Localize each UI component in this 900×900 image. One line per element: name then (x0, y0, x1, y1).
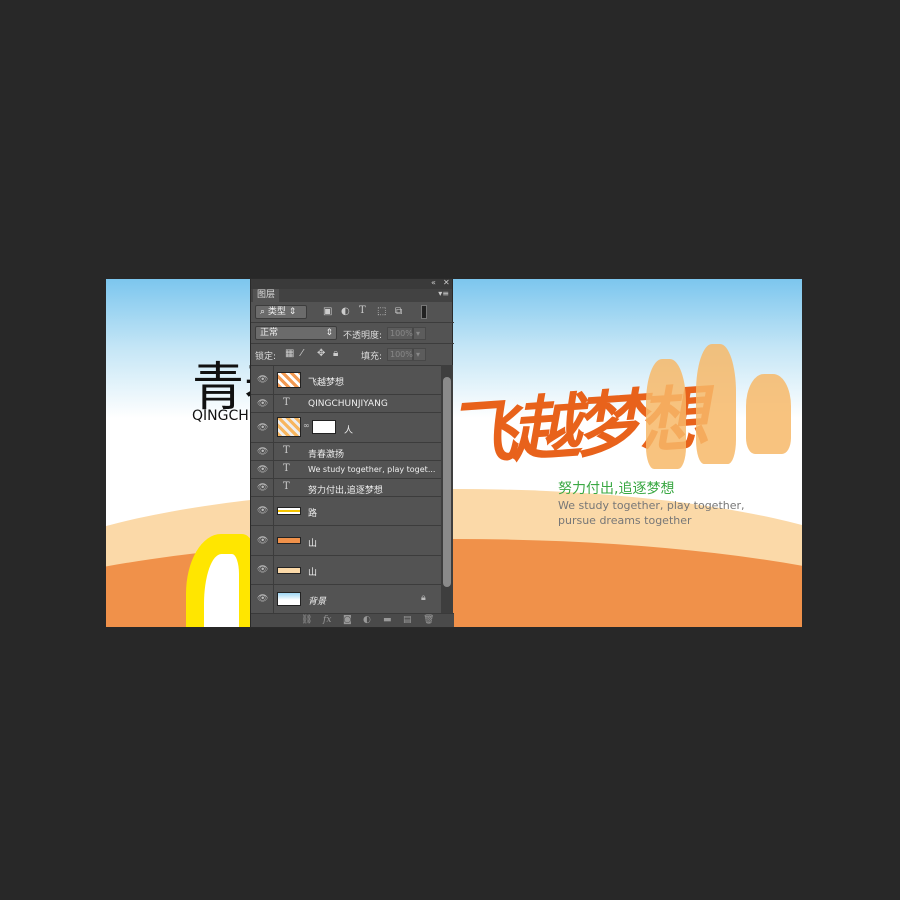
document-canvas[interactable]: 青春 QINGCHU 飞越梦想 努力付出,追逐梦想 We study toget… (106, 279, 802, 627)
eye-icon[interactable]: 👁︎ (257, 399, 268, 409)
layers-scrollbar[interactable] (441, 365, 453, 613)
layer-name: 山 (308, 568, 318, 578)
layer-thumbnail (277, 417, 301, 437)
smart-object-filter-icon[interactable]: ⧉ (395, 306, 402, 317)
layer-row[interactable]: 👁︎ 背景 🔒︎ (251, 585, 441, 614)
lock-icon: 🔒︎ (421, 593, 426, 603)
link-layers-icon[interactable]: ⛓︎ (301, 615, 312, 625)
layer-list: 👁︎ 飞越梦想 👁︎ T QINGCHUNJIYANG 👁︎ ∞ 人 👁︎ T 青春激扬 👁︎… (251, 365, 441, 614)
layer-name: 背景 (308, 597, 327, 607)
opacity-label: 不透明度: (343, 331, 383, 341)
layer-name: QINGCHUNJIYANG (308, 399, 388, 409)
layer-thumbnail (277, 592, 301, 606)
layer-row[interactable]: 👁︎ ∞ 人 (251, 413, 441, 443)
trash-icon[interactable]: 🗑︎ (423, 615, 434, 625)
layer-name: 路 (308, 509, 318, 519)
layer-row[interactable]: 👁︎ 山 (251, 556, 441, 585)
scrollbar-thumb[interactable] (443, 377, 451, 587)
opacity-dropdown[interactable]: ▾ (413, 327, 426, 340)
blend-mode-select[interactable]: 正常 ⇕ (255, 326, 337, 340)
layer-name: 努力付出,追逐梦想 (308, 486, 383, 496)
text-layer-icon: T (283, 481, 290, 492)
eye-icon[interactable]: 👁︎ (257, 447, 268, 457)
tab-layers[interactable]: 图层 (253, 289, 280, 302)
eye-icon[interactable]: 👁︎ (257, 375, 268, 385)
layer-thumbnail (277, 507, 301, 515)
eye-icon[interactable]: 👁︎ (257, 483, 268, 493)
text-layer-icon: T (283, 397, 290, 408)
add-mask-icon[interactable]: ◙ (343, 615, 352, 625)
layer-name: 人 (344, 426, 354, 436)
silhouette-figure (746, 374, 791, 454)
new-group-icon[interactable]: ▬ (383, 615, 392, 625)
layer-row[interactable]: 👁︎ T QINGCHUNJIYANG (251, 395, 441, 413)
layers-panel: « ✕ 图层 ▾≡ ⌕ 类型 ⇕ ▣ ◐ T ⬚ ⧉ 正常 ⇕ 不透明度: 100… (250, 278, 454, 628)
lock-position-icon[interactable]: ✥ (317, 348, 325, 359)
adjustment-filter-icon[interactable]: ◐ (341, 306, 350, 317)
art-subtitle: QINGCHU (192, 408, 260, 424)
fill-label: 填充: (361, 352, 383, 362)
eye-icon[interactable]: 👁︎ (257, 506, 268, 516)
silhouette-figure (646, 359, 686, 469)
link-icon[interactable]: ∞ (303, 421, 310, 430)
panel-footer: ⛓︎ fx ◙ ◐ ▬ ▤ 🗑︎ (251, 613, 454, 627)
silhouette-figure (696, 344, 736, 464)
panel-menu-icon[interactable]: ▾≡ (438, 289, 449, 298)
eye-icon[interactable]: 👁︎ (257, 565, 268, 575)
layer-thumbnail (277, 567, 301, 574)
close-icon[interactable]: ✕ (443, 278, 450, 287)
fill-dropdown[interactable]: ▾ (413, 348, 426, 361)
fill-input[interactable]: 100% (387, 348, 413, 361)
panel-titlebar[interactable]: « ✕ (251, 278, 452, 289)
layer-row[interactable]: 👁︎ T 青春激扬 (251, 443, 441, 461)
collapse-icon[interactable]: « (431, 278, 436, 287)
blend-mode-label: 正常 (260, 328, 279, 338)
eye-icon[interactable]: 👁︎ (257, 465, 268, 475)
opacity-input[interactable]: 100% (387, 327, 413, 340)
fx-icon[interactable]: fx (323, 615, 331, 625)
road-white (204, 554, 239, 627)
shape-filter-icon[interactable]: ⬚ (377, 306, 386, 317)
layer-name: 青春激扬 (308, 450, 345, 460)
english-line-1: We study together, play together, (558, 499, 745, 512)
layer-thumbnail (277, 372, 301, 388)
type-filter-icon[interactable]: T (359, 305, 366, 316)
slogan: 努力付出,追逐梦想 (558, 481, 675, 497)
lock-label: 锁定: (255, 352, 277, 362)
layer-name: 飞越梦想 (308, 378, 345, 388)
lock-image-icon[interactable]: ⁄ (301, 348, 303, 359)
layer-name: We study together, play toget... (308, 465, 436, 474)
layer-row[interactable]: 👁︎ 路 (251, 497, 441, 526)
filter-kind-label: 类型 (267, 307, 286, 317)
layer-row[interactable]: 👁︎ 飞越梦想 (251, 366, 441, 395)
layer-row[interactable]: 👁︎ 山 (251, 526, 441, 556)
layer-row[interactable]: 👁︎ T We study together, play toget... (251, 461, 441, 479)
layer-thumbnail (277, 537, 301, 544)
adjustment-layer-icon[interactable]: ◐ (363, 615, 371, 625)
layer-name: 山 (308, 539, 318, 549)
text-layer-icon: T (283, 445, 290, 456)
english-line-2: pursue dreams together (558, 514, 692, 527)
lock-transparent-icon[interactable]: ▦ (285, 348, 294, 359)
mask-thumbnail[interactable] (312, 420, 336, 434)
lock-all-icon[interactable]: 🔒︎ (333, 348, 338, 359)
text-layer-icon: T (283, 463, 290, 474)
eye-icon[interactable]: 👁︎ (257, 594, 268, 604)
layer-row[interactable]: 👁︎ T 努力付出,追逐梦想 (251, 479, 441, 497)
filter-toggle[interactable] (421, 305, 427, 319)
filter-kind-select[interactable]: ⌕ 类型 ⇕ (255, 305, 307, 319)
eye-icon[interactable]: 👁︎ (257, 536, 268, 546)
image-filter-icon[interactable]: ▣ (323, 306, 332, 317)
eye-icon[interactable]: 👁︎ (257, 423, 268, 433)
new-layer-icon[interactable]: ▤ (403, 615, 412, 625)
